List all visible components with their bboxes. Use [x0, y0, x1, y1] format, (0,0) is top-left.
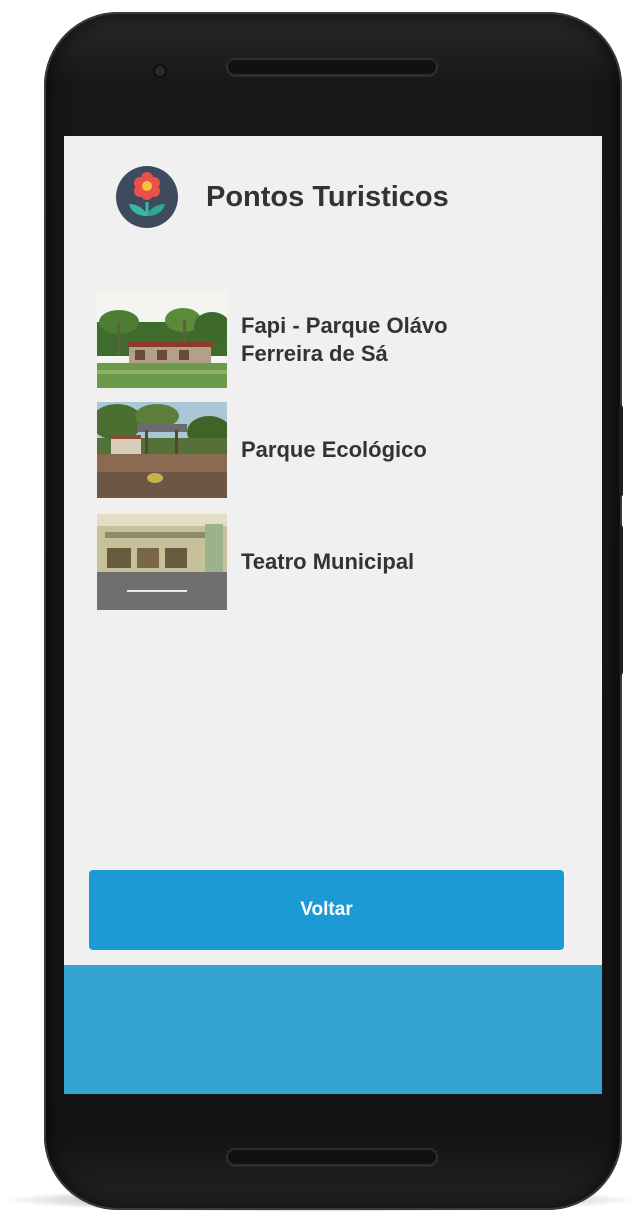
back-button[interactable]: Voltar — [89, 870, 564, 950]
earpiece-speaker — [226, 58, 438, 76]
theater-facade-photo — [97, 514, 227, 610]
bottom-speaker — [226, 1148, 438, 1166]
label-line-2: Ferreira de Sá — [241, 341, 388, 366]
park-pavilion-photo — [97, 292, 227, 388]
app-screen: Pontos Turisticos Fapi - Parque Olávo Fe… — [64, 136, 602, 1094]
footer-bar — [64, 965, 602, 1094]
front-camera — [155, 66, 165, 76]
volume-button — [619, 525, 623, 675]
ecological-park-photo — [97, 402, 227, 498]
list-item-parque-ecologico[interactable]: Parque Ecológico — [97, 400, 567, 500]
list-item-label: Parque Ecológico — [241, 437, 427, 462]
app-header: Pontos Turisticos — [116, 166, 449, 228]
power-button — [619, 405, 623, 497]
page-title: Pontos Turisticos — [206, 180, 449, 213]
list-item-fapi[interactable]: Fapi - Parque Olávo Ferreira de Sá — [97, 290, 567, 390]
flower-icon — [116, 166, 178, 228]
list-item-label: Fapi - Parque Olávo Ferreira de Sá — [241, 312, 448, 368]
label-line-1: Fapi - Parque Olávo — [241, 313, 448, 338]
list-item-teatro-municipal[interactable]: Teatro Municipal — [97, 512, 567, 612]
list-item-label: Teatro Municipal — [241, 549, 415, 574]
